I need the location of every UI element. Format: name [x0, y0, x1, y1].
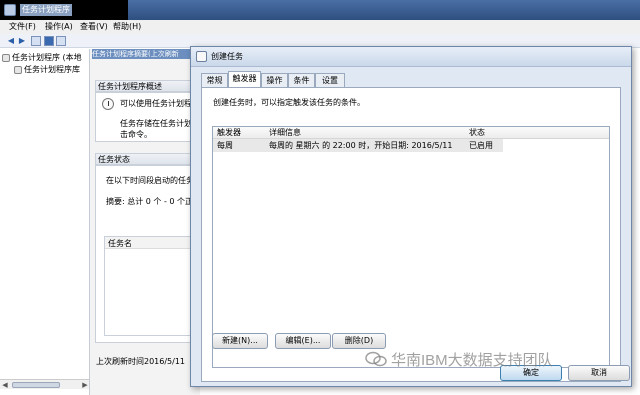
- task-list[interactable]: 任务名: [104, 236, 200, 336]
- trigger-cell: 每周: [217, 141, 233, 150]
- summary-header: 任务计划程序摘要(上次刷新: [92, 49, 200, 59]
- status-cell: 已启用: [469, 141, 493, 150]
- tab-settings[interactable]: 设置: [315, 73, 345, 87]
- tree-horizontal-scrollbar[interactable]: ◀ ▶: [0, 379, 89, 390]
- menu-view[interactable]: 查看(V): [80, 22, 108, 32]
- create-task-dialog: 创建任务 常规 触发器 操作 条件 设置 创建任务时，可以指定触发该任务的条件。…: [190, 46, 632, 387]
- menu-action[interactable]: 操作(A): [45, 22, 73, 32]
- dialog-title-bar[interactable]: 创建任务: [191, 47, 631, 67]
- overview-section: 可以使用任务计划程 任务存储在任务计划 击命令。: [95, 92, 200, 142]
- watermark: 华南IBM大数据支持团队: [365, 349, 553, 369]
- scroll-thumb[interactable]: [12, 382, 60, 388]
- properties-icon[interactable]: [44, 36, 54, 46]
- table-row[interactable]: 每周 每周的 星期六 的 22:00 时，开始日期: 2016/5/11 已启用: [213, 139, 503, 152]
- summary-pane: 任务计划程序摘要(上次刷新 任务计划程序概述 可以使用任务计划程 任务存储在任务…: [90, 49, 200, 395]
- menu-bar: 文件(F) 操作(A) 查看(V) 帮助(H): [0, 20, 640, 34]
- scheduler-icon: [2, 53, 10, 62]
- window-title: 任务计划程序: [20, 4, 72, 16]
- tab-general[interactable]: 常规: [201, 73, 228, 87]
- status-summary: 摘要: 总计 0 个 - 0 个正: [106, 197, 194, 206]
- clock-icon: [102, 98, 114, 110]
- task-status-section-header[interactable]: 任务状态: [95, 153, 200, 165]
- show-hide-action-pane-icon[interactable]: [56, 36, 66, 46]
- scroll-right-icon[interactable]: ▶: [80, 380, 89, 390]
- task-name-column-header[interactable]: 任务名: [108, 238, 132, 249]
- edit-trigger-button[interactable]: 编辑(E)...: [275, 333, 331, 349]
- folder-icon: [14, 65, 22, 74]
- wechat-icon: [365, 351, 387, 367]
- tab-triggers[interactable]: 触发器: [228, 71, 261, 87]
- triggers-grid[interactable]: 触发器 详细信息 状态 每周 每周的 星期六 的 22:00 时，开始日期: 2…: [212, 126, 610, 368]
- tree-node-library[interactable]: 任务计划程序库: [14, 64, 80, 75]
- back-arrow-icon[interactable]: ◀: [6, 36, 16, 46]
- overview-section-header[interactable]: 任务计划程序概述: [95, 80, 200, 92]
- column-header-trigger[interactable]: 触发器: [217, 127, 241, 139]
- overview-text: 可以使用任务计划程: [120, 99, 192, 108]
- overview-text: 任务存储在任务计划: [120, 119, 192, 128]
- tab-actions[interactable]: 操作: [261, 73, 288, 87]
- task-icon: [196, 51, 207, 62]
- task-status-section: 在以下时间段启动的任务 摘要: 总计 0 个 - 0 个正 任务名: [95, 165, 200, 343]
- navigation-tree: 任务计划程序 (本地 任务计划程序库 ◀ ▶: [0, 49, 90, 395]
- menu-help[interactable]: 帮助(H): [113, 22, 141, 32]
- show-hide-tree-icon[interactable]: [31, 36, 41, 46]
- overview-text: 击命令。: [120, 130, 152, 139]
- app-icon: [4, 4, 16, 16]
- column-header-status[interactable]: 状态: [469, 127, 485, 139]
- status-description: 在以下时间段启动的任务: [106, 176, 194, 185]
- watermark-text: 华南IBM大数据支持团队: [391, 351, 553, 369]
- tree-node-label: 任务计划程序 (本地: [12, 53, 82, 62]
- new-trigger-button[interactable]: 新建(N)...: [212, 333, 268, 349]
- cancel-button[interactable]: 取消: [568, 365, 630, 381]
- column-header-details[interactable]: 详细信息: [269, 127, 301, 139]
- delete-trigger-button[interactable]: 删除(D): [332, 333, 386, 349]
- tab-conditions[interactable]: 条件: [288, 73, 315, 87]
- title-bar: 任务计划程序: [0, 0, 640, 20]
- details-cell: 每周的 星期六 的 22:00 时，开始日期: 2016/5/11: [269, 141, 453, 150]
- last-refresh-status: 上次刷新时间2016/5/11: [96, 357, 186, 366]
- grid-header: 触发器 详细信息 状态: [213, 127, 609, 139]
- forward-arrow-icon[interactable]: ▶: [17, 36, 27, 46]
- tree-node-label: 任务计划程序库: [24, 65, 80, 74]
- scroll-left-icon[interactable]: ◀: [0, 380, 10, 390]
- dialog-title: 创建任务: [211, 52, 243, 61]
- menu-file[interactable]: 文件(F): [9, 22, 36, 32]
- tree-node-root[interactable]: 任务计划程序 (本地: [2, 52, 82, 63]
- triggers-description: 创建任务时，可以指定触发该任务的条件。: [213, 98, 365, 107]
